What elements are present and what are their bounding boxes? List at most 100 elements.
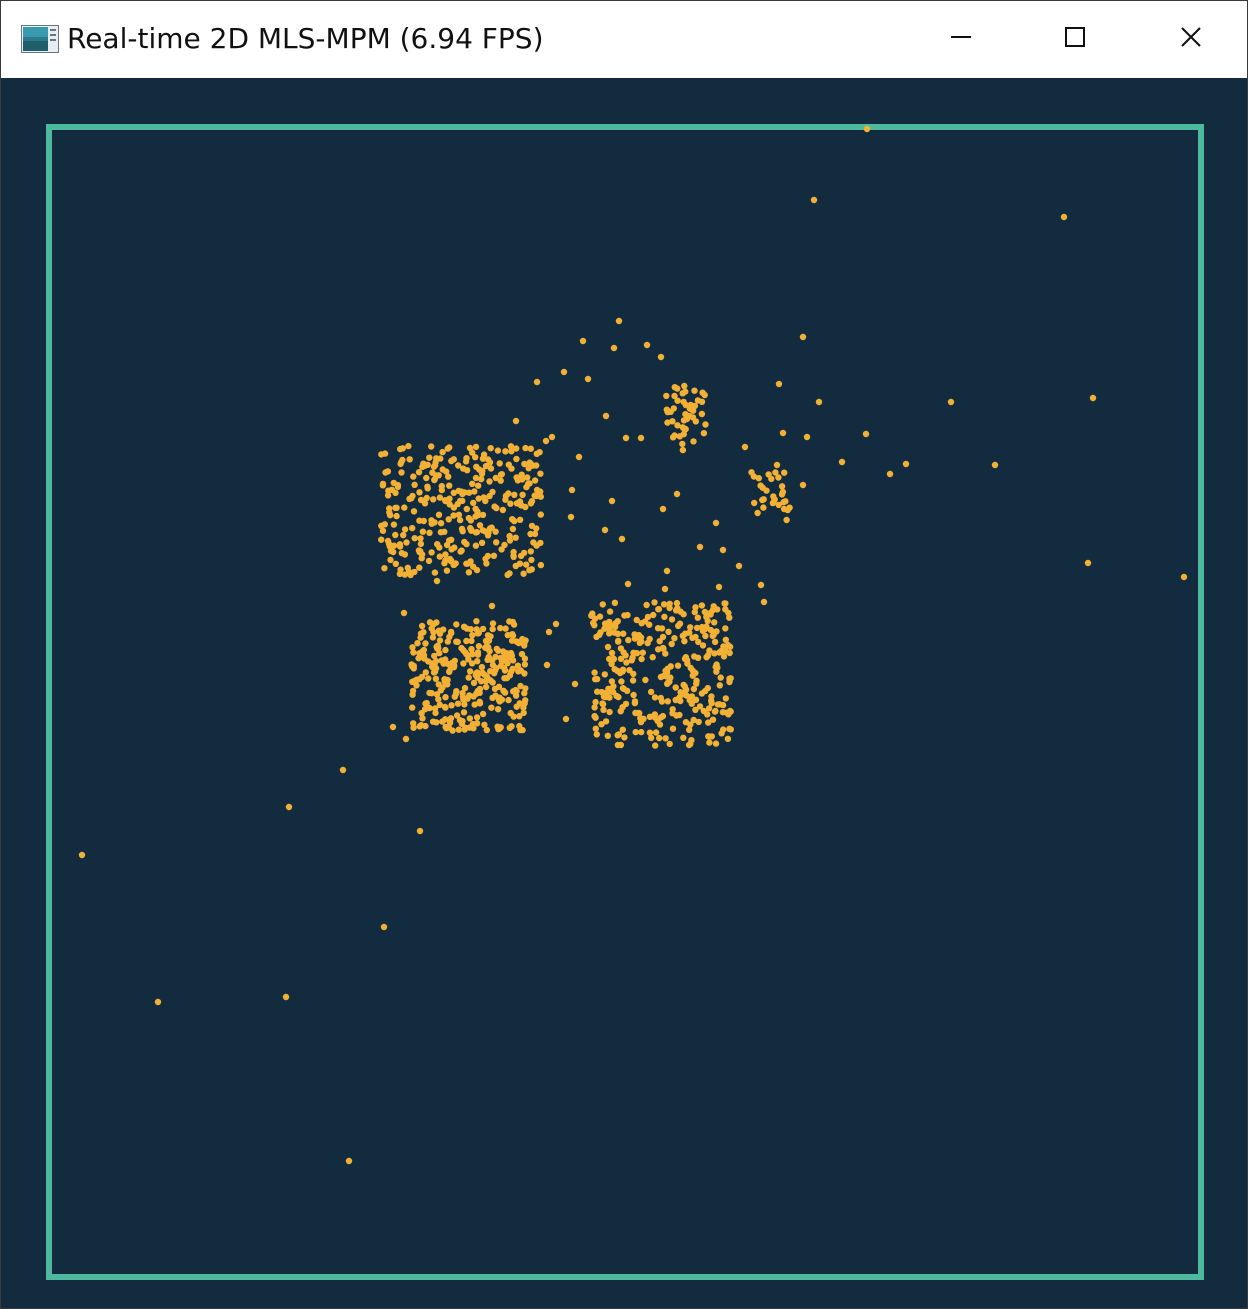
- simulation-canvas[interactable]: [1, 78, 1247, 1308]
- particle: [400, 531, 407, 539]
- particle: [392, 560, 399, 567]
- particle: [680, 431, 687, 438]
- particle: [681, 382, 688, 390]
- particle: [701, 391, 708, 399]
- particle: [701, 687, 709, 695]
- particle: [673, 490, 681, 498]
- particle: [446, 633, 453, 641]
- particle: [484, 532, 492, 539]
- particle: [608, 649, 616, 657]
- particle: [646, 713, 654, 720]
- particle: [584, 375, 592, 383]
- particle: [458, 720, 466, 728]
- particle: [411, 677, 418, 684]
- particle: [715, 583, 723, 591]
- particle: [628, 657, 635, 664]
- particle: [410, 720, 417, 727]
- particle: [659, 505, 667, 513]
- particle: [658, 698, 666, 705]
- particle: [486, 492, 493, 500]
- particle: [496, 460, 503, 467]
- particle: [700, 430, 708, 437]
- particle: [708, 733, 715, 740]
- particle: [403, 539, 410, 546]
- particle: [688, 700, 695, 707]
- particle: [689, 672, 696, 679]
- particle: [482, 683, 490, 691]
- particle: [704, 617, 711, 625]
- particle: [436, 630, 444, 637]
- particle: [451, 544, 458, 551]
- particle: [420, 629, 427, 636]
- particle: [516, 516, 524, 523]
- particle: [625, 636, 632, 644]
- particle: [463, 637, 470, 645]
- particle: [436, 553, 443, 560]
- particle: [602, 718, 610, 725]
- particle: [548, 433, 556, 441]
- particle: [505, 490, 512, 497]
- particle: [632, 728, 639, 736]
- particle: [384, 468, 392, 475]
- particle: [596, 613, 604, 620]
- particle: [513, 455, 520, 463]
- particle: [671, 635, 678, 642]
- particle: [450, 512, 457, 519]
- particle: [673, 599, 681, 607]
- particle: [606, 694, 613, 701]
- minimize-button[interactable]: [903, 1, 1019, 77]
- particle-layer: [78, 125, 1188, 1165]
- particle: [722, 695, 729, 702]
- particle: [411, 568, 418, 576]
- particle: [478, 475, 485, 483]
- particle: [469, 632, 476, 639]
- particle: [402, 735, 410, 743]
- particle: [520, 549, 528, 557]
- particle: [484, 632, 492, 639]
- particle: [760, 598, 768, 606]
- particle: [687, 624, 694, 631]
- particle: [642, 676, 649, 684]
- particle: [615, 637, 622, 644]
- particle: [527, 548, 534, 555]
- particle: [401, 526, 409, 533]
- particle: [763, 487, 770, 494]
- particle: [778, 483, 786, 490]
- maximize-button[interactable]: [1017, 1, 1133, 77]
- particle: [487, 445, 494, 452]
- particle: [652, 729, 660, 736]
- particle: [483, 673, 490, 680]
- particle: [501, 653, 508, 660]
- particle: [442, 704, 449, 711]
- particle: [430, 463, 438, 470]
- title-bar[interactable]: Real-time 2D MLS-MPM (6.94 FPS): [1, 1, 1247, 77]
- particle: [724, 735, 732, 742]
- particle: [606, 608, 614, 615]
- particle: [502, 496, 509, 503]
- particle: [528, 522, 536, 530]
- particle: [674, 662, 682, 669]
- particle: [460, 623, 468, 630]
- particle: [656, 734, 663, 742]
- particle: [592, 676, 599, 683]
- particle: [493, 645, 500, 653]
- particle: [429, 469, 436, 476]
- particle: [679, 446, 687, 454]
- particle: [778, 491, 786, 498]
- particle: [416, 723, 423, 730]
- particle: [490, 552, 498, 559]
- particle: [779, 429, 787, 437]
- particle: [448, 702, 455, 709]
- particle: [489, 657, 496, 664]
- particle: [471, 488, 478, 495]
- particle: [389, 723, 397, 731]
- particle: [716, 701, 723, 708]
- particle: [522, 697, 529, 704]
- particle: [537, 493, 544, 500]
- particle: [455, 487, 462, 495]
- particle: [438, 482, 445, 490]
- particle: [646, 729, 654, 736]
- close-button[interactable]: [1133, 1, 1247, 77]
- particle: [711, 619, 718, 626]
- particle: [393, 512, 400, 520]
